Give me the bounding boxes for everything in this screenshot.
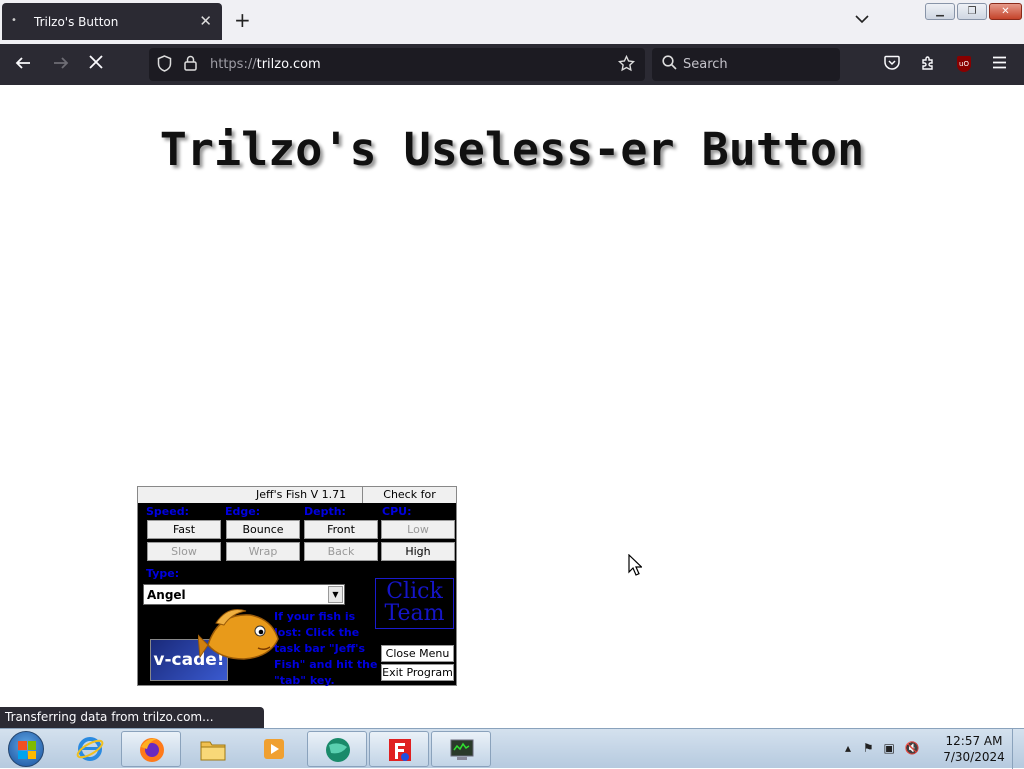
fish-image (198, 609, 279, 660)
taskbar-file-explorer[interactable] (183, 731, 243, 767)
exit-program-button[interactable]: Exit Program (381, 664, 454, 681)
folder-icon (200, 741, 226, 761)
tab-title: Trilzo's Button (34, 15, 119, 29)
taskbar-firefox[interactable] (121, 731, 181, 767)
mouse-cursor-icon (628, 554, 642, 576)
speed-fast-button[interactable]: Fast (147, 520, 221, 539)
clock-time: 12:57 AM (945, 734, 1003, 748)
system-clock[interactable]: 12:57 AM 7/30/2024 (942, 733, 1006, 765)
page-content: Trilzo's Useless-er Button Jeff's Fish V… (0, 85, 1024, 728)
check-update-button[interactable]: Check for update (362, 487, 456, 516)
cpu-high-button[interactable]: High (381, 542, 455, 561)
show-desktop-button[interactable] (1012, 729, 1024, 769)
cpu-label: CPU: (382, 505, 412, 518)
url-text[interactable]: https://trilzo.com (210, 57, 321, 72)
menu-icon[interactable] (992, 55, 1007, 73)
edge-wrap-button[interactable]: Wrap (226, 542, 300, 561)
depth-label: Depth: (304, 505, 346, 518)
new-tab-button[interactable]: + (234, 10, 251, 30)
tab-close-icon[interactable]: ✕ (199, 12, 212, 30)
windows-logo-icon (18, 741, 36, 759)
monitor-icon (450, 739, 474, 760)
tab-loading-icon: • (11, 15, 17, 26)
volume-muted-icon[interactable]: 🔇 (905, 741, 920, 755)
close-window-button[interactable]: ✕ (989, 3, 1022, 20)
fish-type-select[interactable]: Angel ▼ (143, 584, 345, 605)
tab-bar: • Trilzo's Button ✕ + ▁ ❐ ✕ (0, 0, 1024, 44)
lost-fish-help-text: If your fish is lost: Click the task bar… (274, 610, 378, 687)
show-hidden-icons-icon[interactable]: ▴ (845, 741, 851, 755)
action-center-flag-icon[interactable]: ⚑ (863, 741, 874, 755)
taskbar-jeffs-fish[interactable] (307, 731, 367, 767)
start-button[interactable] (8, 731, 44, 767)
media-player-icon (264, 739, 284, 759)
clickteam-line1: Click (386, 579, 443, 604)
clickteam-line2: Team (384, 601, 445, 626)
network-icon[interactable]: ▣ (883, 741, 894, 755)
taskbar-internet-explorer[interactable] (60, 731, 120, 767)
depth-back-button[interactable]: Back (304, 542, 378, 561)
url-bar[interactable]: https://trilzo.com (149, 48, 645, 81)
pocket-icon[interactable] (884, 55, 900, 74)
edge-label: Edge: (225, 505, 261, 518)
tab-trilzo[interactable]: • Trilzo's Button ✕ (2, 3, 222, 40)
internet-explorer-icon (76, 737, 104, 761)
search-placeholder: Search (683, 57, 728, 72)
fish-type-value: Angel (147, 588, 186, 602)
globe-app-icon (326, 738, 350, 762)
speed-label: Speed: (146, 505, 189, 518)
taskbar-media-player[interactable] (244, 731, 304, 767)
stop-loading-button[interactable] (88, 54, 104, 75)
clock-date: 7/30/2024 (943, 750, 1005, 764)
speed-slow-button[interactable]: Slow (147, 542, 221, 561)
lock-icon[interactable] (184, 55, 197, 75)
depth-front-button[interactable]: Front (304, 520, 378, 539)
taskbar-terminal[interactable] (431, 731, 491, 767)
dropdown-arrow-icon[interactable]: ▼ (328, 586, 343, 603)
status-bar: Transferring data from trilzo.com... (0, 707, 264, 728)
extensions-icon[interactable] (920, 55, 936, 75)
ublock-origin-icon[interactable]: uO (957, 56, 971, 72)
f-logo-icon (389, 739, 411, 761)
clickteam-logo[interactable]: Click Team (375, 578, 454, 629)
page-title: Trilzo's Useless-er Button (159, 123, 865, 176)
widget-title: Jeff's Fish V 1.71 (256, 488, 347, 501)
shield-icon[interactable] (157, 55, 172, 76)
chevron-down-icon[interactable] (855, 12, 869, 28)
taskbar: ▴ ⚑ ▣ 🔇 12:57 AM 7/30/2024 (0, 728, 1024, 769)
minimize-window-button[interactable]: ▁ (925, 3, 955, 20)
search-bar[interactable]: Search (652, 48, 840, 81)
system-tray: ▴ ⚑ ▣ 🔇 (845, 741, 920, 755)
back-button[interactable] (14, 54, 32, 77)
search-icon (662, 55, 677, 74)
close-menu-button[interactable]: Close Menu (381, 645, 454, 662)
firefox-icon (140, 738, 164, 762)
forward-button[interactable] (52, 54, 70, 77)
navigation-bar: https://trilzo.com Search uO (0, 44, 1024, 85)
taskbar-clickteam-app[interactable] (369, 731, 429, 767)
url-host: trilzo.com (256, 57, 321, 72)
widget-titlebar: Jeff's Fish V 1.71 Check for update (138, 487, 456, 516)
url-protocol: https:// (210, 57, 257, 72)
cpu-low-button[interactable]: Low (381, 520, 455, 539)
jeffs-fish-widget: Jeff's Fish V 1.71 Check for update Spee… (137, 486, 457, 687)
edge-bounce-button[interactable]: Bounce (226, 520, 300, 539)
bookmark-star-icon[interactable] (617, 54, 636, 76)
restore-window-button[interactable]: ❐ (957, 3, 987, 20)
type-label: Type: (146, 567, 180, 580)
